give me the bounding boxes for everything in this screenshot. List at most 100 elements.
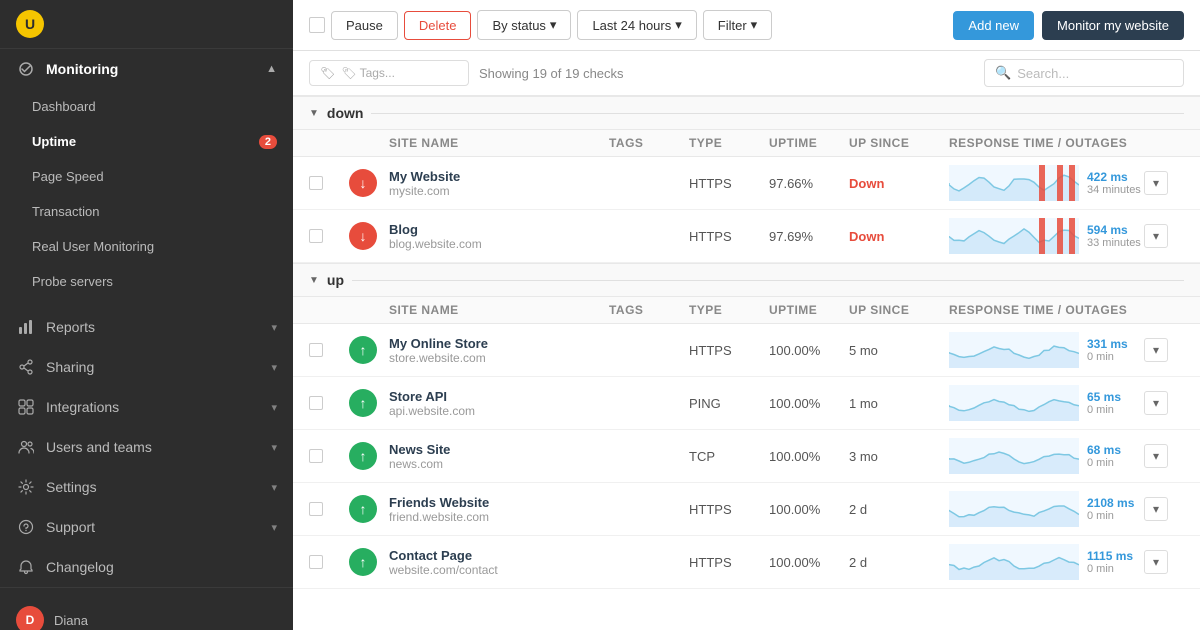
- response-time-info: 594 ms 33 minutes: [1087, 223, 1141, 249]
- sparkline-chart: [949, 544, 1079, 580]
- row-checkbox[interactable]: [309, 449, 323, 463]
- row-checkbox[interactable]: [309, 396, 323, 410]
- sidebar-item-reports[interactable]: Reports ▾: [0, 307, 293, 347]
- settings-chevron: ▾: [271, 481, 277, 494]
- response-cell: 594 ms 33 minutes: [949, 218, 1144, 254]
- dashboard-label: Dashboard: [32, 99, 96, 114]
- response-time-info: 422 ms 34 minutes: [1087, 170, 1141, 196]
- row-checkbox[interactable]: [309, 176, 323, 190]
- site-name[interactable]: Blog: [389, 222, 609, 237]
- sidebar-item-rum[interactable]: Real User Monitoring: [0, 229, 293, 264]
- monitoring-chevron: ▲: [266, 63, 277, 75]
- filter-button[interactable]: Filter ▾: [703, 10, 772, 40]
- add-new-button[interactable]: Add new: [953, 11, 1034, 40]
- response-sub: 34 minutes: [1087, 184, 1141, 196]
- pause-button[interactable]: Pause: [331, 11, 398, 40]
- site-name[interactable]: My Online Store: [389, 336, 609, 351]
- status-indicator-down: ↓: [349, 169, 377, 197]
- row-action-button[interactable]: ▾: [1144, 444, 1168, 468]
- row-checkbox[interactable]: [309, 502, 323, 516]
- site-name[interactable]: My Website: [389, 169, 609, 184]
- sidebar-item-support[interactable]: Support ▾: [0, 507, 293, 547]
- monitor-website-button[interactable]: Monitor my website: [1042, 11, 1184, 40]
- transaction-label: Transaction: [32, 204, 99, 219]
- col-header-7: RESPONSE TIME / OUTAGES: [949, 136, 1144, 150]
- sharing-chevron: ▾: [271, 361, 277, 374]
- search-box[interactable]: 🔍 Search...: [984, 59, 1184, 87]
- sidebar-item-probe[interactable]: Probe servers: [0, 264, 293, 299]
- uptime-cell: 100.00%: [769, 449, 849, 464]
- by-status-button[interactable]: By status ▾: [477, 10, 571, 40]
- row-checkbox[interactable]: [309, 229, 323, 243]
- sidebar-item-users-teams[interactable]: Users and teams ▾: [0, 427, 293, 467]
- status-indicator-up: ↑: [349, 548, 377, 576]
- integrations-icon: [16, 397, 36, 417]
- section-triangle-up[interactable]: ▼: [309, 275, 319, 286]
- tag-icon: 🏷: [320, 66, 335, 80]
- integrations-chevron: ▾: [271, 401, 277, 414]
- response-time-info: 68 ms 0 min: [1087, 443, 1121, 469]
- sidebar-item-changelog[interactable]: Changelog: [0, 547, 293, 587]
- tags-input[interactable]: 🏷 🏷 Tags...: [309, 60, 469, 86]
- response-time-info: 1115 ms 0 min: [1087, 549, 1133, 575]
- col-header-2[interactable]: SITE NAME: [389, 136, 609, 150]
- row-action-button[interactable]: ▾: [1144, 391, 1168, 415]
- type-cell: HTTPS: [689, 229, 769, 244]
- row-action-button[interactable]: ▾: [1144, 497, 1168, 521]
- support-chevron: ▾: [271, 521, 277, 534]
- table-row: ↑ Contact Page website.com/contact HTTPS…: [293, 536, 1200, 589]
- site-name[interactable]: Friends Website: [389, 495, 609, 510]
- col-header-5: UPTIME: [769, 136, 849, 150]
- row-action-button[interactable]: ▾: [1144, 550, 1168, 574]
- section-title-down: down: [327, 105, 364, 121]
- site-url: friend.website.com: [389, 510, 609, 524]
- row-checkbox[interactable]: [309, 555, 323, 569]
- row-action-button[interactable]: ▾: [1144, 171, 1168, 195]
- uptime-cell: 100.00%: [769, 502, 849, 517]
- sidebar-item-integrations[interactable]: Integrations ▾: [0, 387, 293, 427]
- row-checkbox[interactable]: [309, 343, 323, 357]
- last24-button[interactable]: Last 24 hours ▾: [577, 10, 696, 40]
- col-header-6: UP SINCE: [849, 136, 949, 150]
- sidebar-item-settings[interactable]: Settings ▾: [0, 467, 293, 507]
- delete-button[interactable]: Delete: [404, 11, 472, 40]
- response-time-info: 65 ms 0 min: [1087, 390, 1121, 416]
- select-all-checkbox[interactable]: [309, 17, 325, 33]
- by-status-label: By status: [492, 18, 545, 33]
- reports-label: Reports: [46, 319, 95, 335]
- section-line-down: [371, 113, 1184, 114]
- sparkline-chart: [949, 385, 1079, 421]
- col-header-4: TYPE: [689, 303, 769, 317]
- search-icon: 🔍: [995, 65, 1011, 81]
- tags-placeholder: 🏷 Tags...: [341, 66, 395, 80]
- monitoring-icon: [16, 59, 36, 79]
- sidebar-item-dashboard[interactable]: Dashboard: [0, 89, 293, 124]
- sidebar-item-sharing[interactable]: Sharing ▾: [0, 347, 293, 387]
- response-cell: 68 ms 0 min: [949, 438, 1144, 474]
- col-header-5: UPTIME: [769, 303, 849, 317]
- row-action-button[interactable]: ▾: [1144, 224, 1168, 248]
- uptime-label: Uptime: [32, 134, 76, 149]
- site-name[interactable]: Contact Page: [389, 548, 609, 563]
- col-header-2[interactable]: SITE NAME: [389, 303, 609, 317]
- user-name: Diana: [54, 613, 88, 628]
- site-name[interactable]: Store API: [389, 389, 609, 404]
- status-indicator-up: ↑: [349, 389, 377, 417]
- row-action-button[interactable]: ▾: [1144, 338, 1168, 362]
- user-area[interactable]: D Diana: [0, 596, 293, 630]
- sidebar-item-pagespeed[interactable]: Page Speed: [0, 159, 293, 194]
- uptime-cell: 100.00%: [769, 343, 849, 358]
- response-ms: 65 ms: [1087, 390, 1121, 404]
- site-name[interactable]: News Site: [389, 442, 609, 457]
- section-triangle-down[interactable]: ▼: [309, 108, 319, 119]
- response-cell: 2108 ms 0 min: [949, 491, 1144, 527]
- sharing-icon: [16, 357, 36, 377]
- site-info: News Site news.com: [389, 442, 609, 471]
- last24-chevron: ▾: [675, 17, 682, 33]
- sidebar-item-transaction[interactable]: Transaction: [0, 194, 293, 229]
- response-cell: 331 ms 0 min: [949, 332, 1144, 368]
- table-row: ↑ My Online Store store.website.com HTTP…: [293, 324, 1200, 377]
- sidebar-item-uptime[interactable]: Uptime 2: [0, 124, 293, 159]
- search-placeholder: Search...: [1017, 66, 1069, 81]
- sidebar-item-monitoring[interactable]: Monitoring ▲: [0, 49, 293, 89]
